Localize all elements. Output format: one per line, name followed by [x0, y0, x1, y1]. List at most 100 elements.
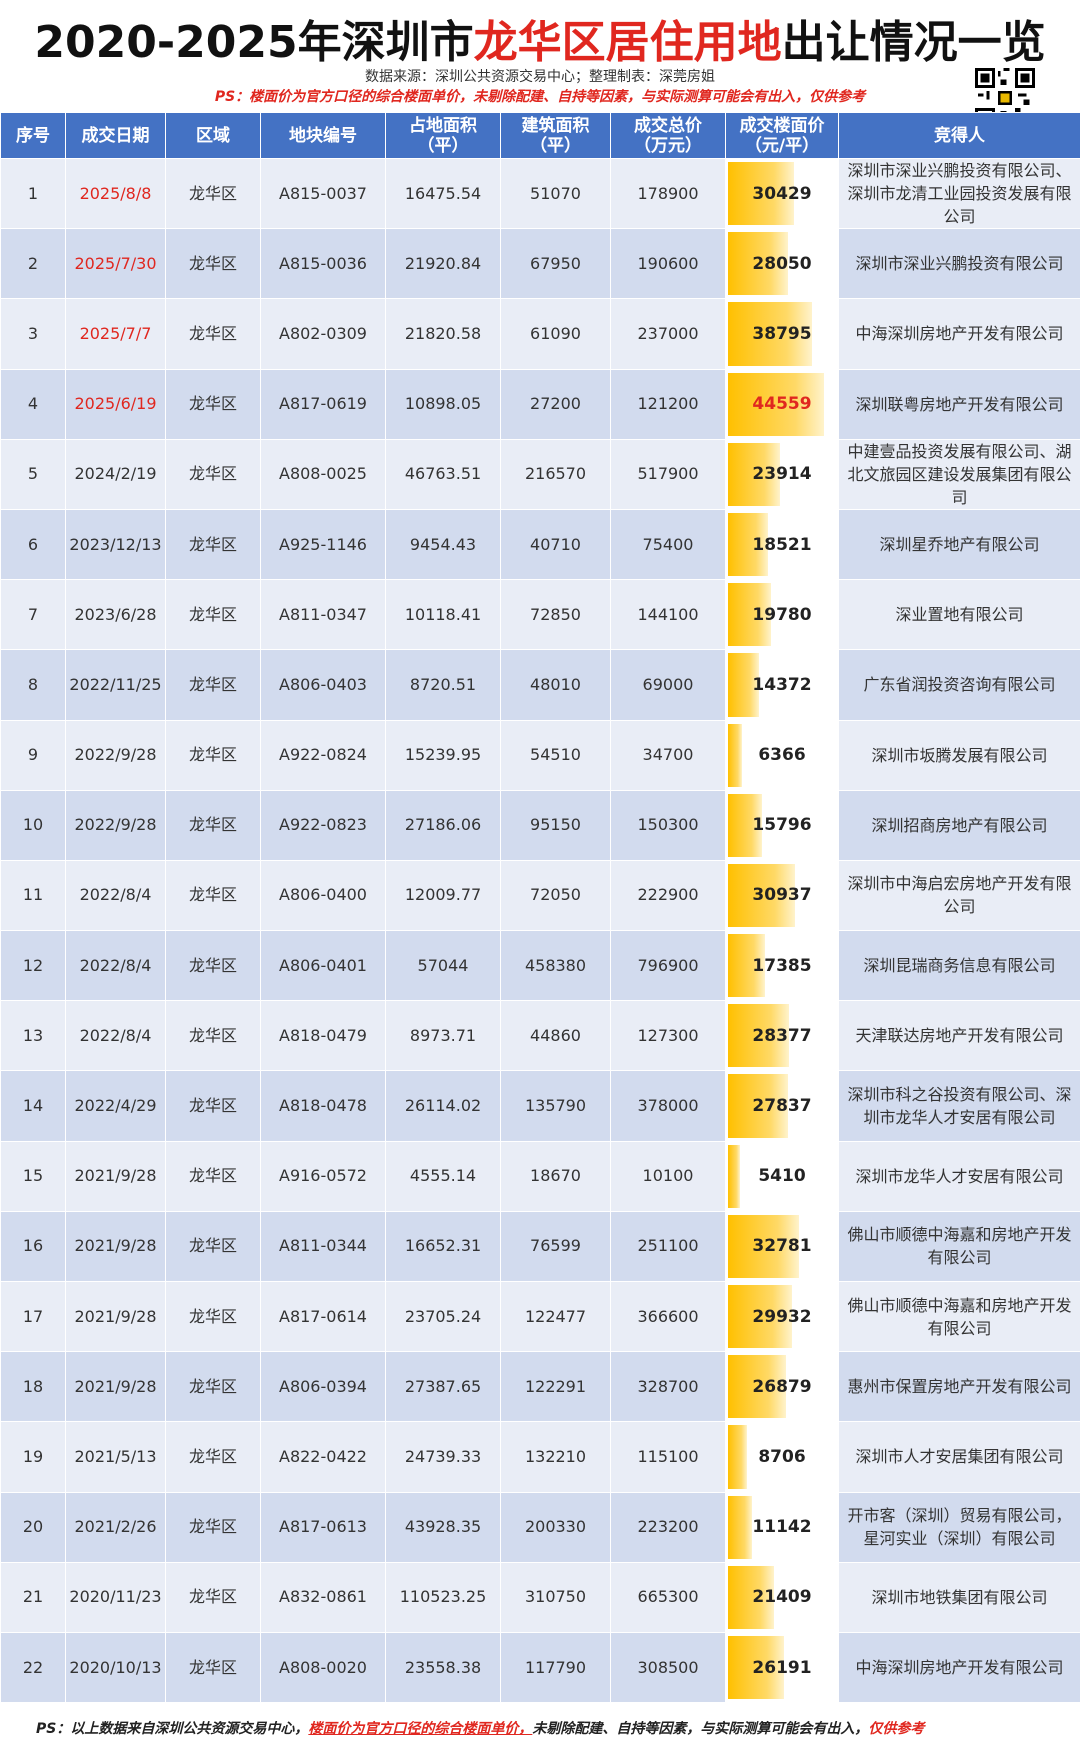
table-row: 15 2021/9/28 龙华区 A916-0572 4555.14 18670 10100… — [0, 1140, 1080, 1212]
cell-land-area: 27186.06 — [385, 789, 501, 861]
cell-land-area: 21920.84 — [385, 228, 501, 300]
cell-land-area: 16475.54 — [385, 157, 501, 230]
price-value: 26879 — [752, 1376, 812, 1397]
cell-unit-price: 11142 — [725, 1491, 839, 1563]
col-header-date: 成交日期 — [65, 112, 166, 159]
col-header-total: 成交总价 （万元） — [610, 112, 726, 159]
cell-unit-price: 15796 — [725, 789, 839, 861]
cell-gfa: 18670 — [500, 1140, 611, 1212]
title-highlight: 龙华区居住用地 — [473, 17, 782, 68]
cell-buyer: 开市客（深圳）贸易有限公司，星河实业（深圳）有限公司 — [838, 1491, 1080, 1563]
cell-district: 龙华区 — [165, 930, 261, 1002]
cell-land-area: 57044 — [385, 930, 501, 1002]
cell-district: 龙华区 — [165, 1280, 261, 1353]
cell-buyer: 深圳市坂腾发展有限公司 — [838, 719, 1080, 791]
col-header-no: 序号 — [0, 112, 66, 159]
cell-gfa: 76599 — [500, 1210, 611, 1283]
cell-unit-price: 23914 — [725, 438, 839, 510]
cell-buyer: 广东省润投资咨询有限公司 — [838, 649, 1080, 721]
ps-note: PS：楼面价为官方口径的综合楼面单价，未剔除配建、自持等因素，与实际测算可能会有… — [214, 89, 866, 105]
cell-no: 11 — [0, 859, 66, 932]
cell-gfa: 117790 — [500, 1631, 611, 1704]
price-value: 38795 — [752, 323, 812, 344]
data-source-note: 数据来源：深圳公共资源交易中心；整理制表：深莞房姐 — [365, 69, 715, 85]
price-value: 28050 — [752, 253, 812, 274]
cell-no: 1 — [0, 157, 66, 230]
cell-date: 2025/8/8 — [65, 157, 166, 230]
cell-unit-price: 26191 — [725, 1631, 839, 1704]
cell-unit-price: 30937 — [725, 859, 839, 932]
table-body: 1 2025/8/8 龙华区 A815-0037 16475.54 51070 178900… — [0, 157, 1080, 1704]
footer-middle: 未剔除配建、自持等因素，与实际测算可能会有出入， — [532, 1721, 869, 1737]
cell-district: 龙华区 — [165, 1140, 261, 1212]
cell-date: 2025/7/7 — [65, 298, 166, 370]
price-value: 28377 — [752, 1025, 812, 1046]
table-row: 14 2022/4/29 龙华区 A818-0478 26114.02 135790 378… — [0, 1070, 1080, 1142]
price-data-bar — [728, 723, 742, 787]
cell-unit-price: 29932 — [725, 1280, 839, 1353]
cell-date: 2025/6/19 — [65, 368, 166, 440]
price-value: 19780 — [752, 604, 812, 625]
cell-parcel: A916-0572 — [260, 1140, 386, 1212]
cell-gfa: 54510 — [500, 719, 611, 791]
cell-total: 69000 — [610, 649, 726, 721]
table-row: 19 2021/5/13 龙华区 A822-0422 24739.33 132210 115… — [0, 1421, 1080, 1493]
cell-no: 3 — [0, 298, 66, 370]
cell-no: 16 — [0, 1210, 66, 1283]
cell-total: 75400 — [610, 508, 726, 581]
table-row: 7 2023/6/28 龙华区 A811-0347 10118.41 72850 14410… — [0, 579, 1080, 651]
cell-no: 5 — [0, 438, 66, 510]
price-value: 26191 — [752, 1657, 812, 1678]
cell-gfa: 48010 — [500, 649, 611, 721]
cell-buyer: 深业置地有限公司 — [838, 579, 1080, 651]
col-header-land-area: 占地面积 （平） — [385, 112, 501, 159]
cell-district: 龙华区 — [165, 1631, 261, 1704]
price-value: 17385 — [752, 955, 812, 976]
title-prefix: 2020-2025年深圳市 — [34, 17, 474, 68]
cell-land-area: 23558.38 — [385, 1631, 501, 1704]
price-value: 44559 — [752, 394, 812, 415]
table-row: 8 2022/11/25 龙华区 A806-0403 8720.51 48010 69000… — [0, 649, 1080, 721]
page-header: 2020-2025年深圳市龙华区居住用地出让情况一览 数据来源：深圳公共资源交易… — [0, 0, 1080, 128]
price-value: 30937 — [752, 885, 812, 906]
cell-district: 龙华区 — [165, 1210, 261, 1283]
cell-district: 龙华区 — [165, 1351, 261, 1423]
cell-buyer: 中海深圳房地产开发有限公司 — [838, 298, 1080, 370]
cell-date: 2022/9/28 — [65, 789, 166, 861]
cell-parcel: A922-0824 — [260, 719, 386, 791]
cell-gfa: 27200 — [500, 368, 611, 440]
price-data-bar — [728, 1425, 747, 1489]
cell-no: 14 — [0, 1070, 66, 1142]
cell-total: 237000 — [610, 298, 726, 370]
table-row: 20 2021/2/26 龙华区 A817-0613 43928.35 200330 223… — [0, 1491, 1080, 1563]
cell-unit-price: 27837 — [725, 1070, 839, 1142]
cell-date: 2021/5/13 — [65, 1421, 166, 1493]
price-data-bar — [728, 1495, 752, 1559]
cell-buyer: 深圳市中海启宏房地产开发有限公司 — [838, 859, 1080, 932]
cell-unit-price: 21409 — [725, 1561, 839, 1633]
cell-date: 2021/9/28 — [65, 1140, 166, 1212]
col-header-parcel: 地块编号 — [260, 112, 386, 159]
cell-date: 2021/2/26 — [65, 1491, 166, 1563]
table-row: 18 2021/9/28 龙华区 A806-0394 27387.65 122291 328… — [0, 1351, 1080, 1423]
cell-unit-price: 14372 — [725, 649, 839, 721]
cell-no: 9 — [0, 719, 66, 791]
cell-land-area: 21820.58 — [385, 298, 501, 370]
price-value: 18521 — [752, 534, 812, 555]
cell-buyer: 惠州市保置房地产开发有限公司 — [838, 1351, 1080, 1423]
cell-total: 366600 — [610, 1280, 726, 1353]
cell-buyer: 中建壹品投资发展有限公司、湖北文旅园区建设发展集团有限公司 — [838, 438, 1080, 510]
cell-no: 6 — [0, 508, 66, 581]
cell-total: 190600 — [610, 228, 726, 300]
cell-date: 2024/2/19 — [65, 438, 166, 510]
cell-no: 4 — [0, 368, 66, 440]
cell-district: 龙华区 — [165, 789, 261, 861]
cell-total: 665300 — [610, 1561, 726, 1633]
cell-date: 2022/8/4 — [65, 1000, 166, 1072]
cell-land-area: 10118.41 — [385, 579, 501, 651]
table-header-row: 序号 成交日期 区域 地块编号 占地面积 （平） 建筑面积 （平） 成交总价 （… — [0, 112, 1080, 159]
cell-total: 308500 — [610, 1631, 726, 1704]
cell-total: 121200 — [610, 368, 726, 440]
cell-gfa: 458380 — [500, 930, 611, 1002]
table-row: 9 2022/9/28 龙华区 A922-0824 15239.95 54510 34700… — [0, 719, 1080, 791]
